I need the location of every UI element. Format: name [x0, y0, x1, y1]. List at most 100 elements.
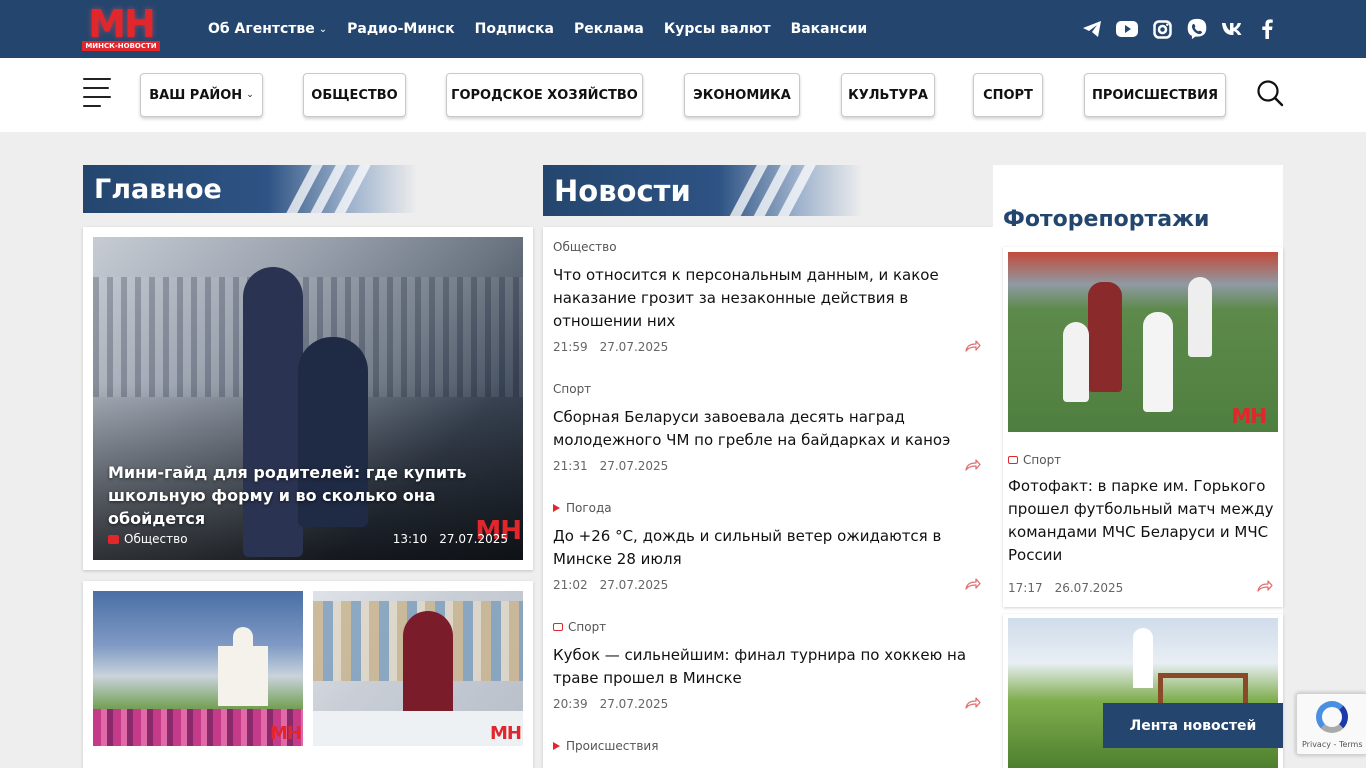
- recaptcha-badge[interactable]: Privacy - Terms: [1296, 693, 1366, 755]
- share-icon[interactable]: [965, 458, 981, 474]
- watermark-logo: МН: [490, 723, 522, 744]
- share-icon[interactable]: [965, 696, 981, 712]
- news-item[interactable]: Погода До +26 °С, дождь и сильный ветер …: [553, 500, 983, 593]
- secondary-cards: МН МН: [83, 581, 533, 768]
- news-meta: 21:59 27.07.2025: [553, 339, 983, 355]
- news-category-label: Общество: [553, 240, 617, 254]
- news-heading-text: Новости: [554, 173, 691, 208]
- featured-time: 13:10: [392, 532, 428, 546]
- thumbnail-shop[interactable]: МН: [313, 591, 523, 746]
- facebook-icon[interactable]: [1256, 18, 1278, 40]
- news-category[interactable]: Происшествия: [553, 738, 983, 754]
- news-title[interactable]: До +26 °С, дождь и сильный ветер ожидают…: [553, 525, 973, 571]
- share-icon[interactable]: [965, 577, 981, 593]
- photo-report-card[interactable]: МН Спорт Фотофакт: в парке им. Горького …: [1003, 247, 1283, 607]
- nav-advertising[interactable]: Реклама: [574, 21, 644, 37]
- logo-letters: МН: [88, 2, 156, 46]
- heading-stripes: [727, 165, 823, 216]
- news-item[interactable]: Спорт Кубок — сильнейшим: финал турнира …: [553, 619, 983, 712]
- photo-report-time: 17:17: [1008, 580, 1043, 595]
- photo-report-category[interactable]: Спорт: [1008, 453, 1061, 467]
- news-item[interactable]: Общество Что относится к персональным да…: [553, 239, 983, 355]
- news-title[interactable]: Сборная Беларуси завоевала десять наград…: [553, 406, 973, 452]
- top-bar: МН МИНСК-НОВОСТИ Об Агентстве ⌄ Радио-Мин…: [0, 0, 1366, 58]
- search-icon[interactable]: [1256, 79, 1284, 107]
- nav-currency[interactable]: Курсы валют: [664, 21, 771, 37]
- photo-reports-heading: Фоторепортажи: [1003, 207, 1210, 232]
- news-category[interactable]: Общество: [553, 239, 983, 255]
- news-date: 27.07.2025: [599, 459, 669, 473]
- featured-photo[interactable]: МН Мини-гайд для родителей: где купить ш…: [93, 237, 523, 560]
- news-category[interactable]: Спорт: [553, 381, 983, 397]
- nav-about[interactable]: Об Агентстве ⌄: [208, 21, 327, 37]
- news-title[interactable]: Что относится к персональным данным, и к…: [553, 264, 973, 333]
- news-feed-button[interactable]: Лента новостей: [1103, 703, 1283, 748]
- video-icon: [553, 742, 560, 750]
- news-date: 27.07.2025: [599, 578, 669, 592]
- category-bar: ВАШ РАЙОН ⌄ ОБЩЕСТВО ГОРОДСКОЕ ХОЗЯЙСТВО …: [0, 58, 1366, 132]
- featured-category[interactable]: Общество: [124, 532, 188, 546]
- news-title[interactable]: Кубок — сильнейшим: финал турнира по хок…: [553, 644, 973, 690]
- nav-subscription[interactable]: Подписка: [475, 21, 554, 37]
- news-item[interactable]: Происшествия: [553, 738, 983, 754]
- photo-detail: [1133, 628, 1153, 688]
- photo-report-title[interactable]: Фотофакт: в парке им. Горького прошел фу…: [1008, 475, 1278, 567]
- news-category[interactable]: Погода: [553, 500, 983, 516]
- news-item[interactable]: Спорт Сборная Беларуси завоевала десять …: [553, 381, 983, 474]
- photo-report-date: 26.07.2025: [1054, 580, 1124, 595]
- camera-icon: [108, 534, 119, 544]
- news-category[interactable]: Спорт: [553, 619, 983, 635]
- featured-title[interactable]: Мини-гайд для родителей: где купить школ…: [108, 461, 518, 530]
- category-society[interactable]: ОБЩЕСТВО: [303, 73, 406, 117]
- photo-report-meta: 17:17 26.07.2025: [1008, 580, 1273, 595]
- nav-radio[interactable]: Радио-Минск: [347, 21, 454, 37]
- category-sport[interactable]: СПОРТ: [973, 73, 1043, 117]
- main-heading-text: Главное: [94, 173, 222, 205]
- photo-detail: [233, 627, 253, 649]
- menu-icon[interactable]: [83, 78, 111, 107]
- share-icon[interactable]: [1257, 580, 1273, 595]
- news-list: Общество Что относится к персональным да…: [543, 227, 993, 768]
- nav-about-label: Об Агентстве: [208, 21, 315, 37]
- camera-icon: [553, 623, 563, 631]
- news-category-label: Спорт: [553, 382, 592, 396]
- photo-report-image[interactable]: МН: [1008, 252, 1278, 432]
- vk-icon[interactable]: [1221, 18, 1243, 40]
- social-links: [1081, 13, 1278, 45]
- main-heading: Главное: [83, 165, 418, 213]
- photo-detail: [1188, 277, 1212, 357]
- photo-reports-column: Фоторепортажи МН Спорт Фотофакт: в парке…: [993, 165, 1283, 768]
- featured-card[interactable]: МН Мини-гайд для родителей: где купить ш…: [83, 227, 533, 570]
- category-your-district[interactable]: ВАШ РАЙОН ⌄: [140, 73, 263, 117]
- news-category-label: Спорт: [568, 620, 607, 634]
- featured-meta: Общество 13:10 27.07.2025: [108, 532, 508, 546]
- news-column: Новости Общество Что относится к персона…: [543, 165, 993, 768]
- site-logo[interactable]: МН МИНСК-НОВОСТИ: [82, 2, 160, 51]
- category-culture[interactable]: КУЛЬТУРА: [841, 73, 935, 117]
- watermark-logo: МН: [270, 723, 302, 744]
- photo-detail: [1063, 322, 1089, 402]
- nav-vacancies[interactable]: Вакансии: [791, 21, 868, 37]
- top-nav: Об Агентстве ⌄ Радио-Минск Подписка Рекла…: [208, 0, 867, 58]
- heading-stripes: [282, 165, 378, 213]
- news-meta: 20:39 27.07.2025: [553, 696, 983, 712]
- viber-icon[interactable]: [1186, 18, 1208, 40]
- news-time: 21:31: [553, 459, 588, 473]
- category-economy[interactable]: ЭКОНОМИКА: [684, 73, 800, 117]
- news-meta: 21:31 27.07.2025: [553, 458, 983, 474]
- photo-detail: [1143, 312, 1173, 412]
- recaptcha-icon: [1316, 701, 1348, 733]
- recaptcha-links[interactable]: Privacy - Terms: [1302, 740, 1363, 749]
- news-heading: Новости: [543, 165, 863, 216]
- camera-icon: [1008, 456, 1018, 464]
- news-date: 27.07.2025: [599, 697, 669, 711]
- telegram-icon[interactable]: [1081, 18, 1103, 40]
- category-incidents[interactable]: ПРОИСШЕСТВИЯ: [1084, 73, 1226, 117]
- thumbnail-church[interactable]: МН: [93, 591, 303, 746]
- news-category-label: Происшествия: [566, 739, 659, 753]
- youtube-icon[interactable]: [1116, 18, 1138, 40]
- instagram-icon[interactable]: [1151, 18, 1173, 40]
- category-city-economy[interactable]: ГОРОДСКОЕ ХОЗЯЙСТВО: [446, 73, 643, 117]
- share-icon[interactable]: [965, 339, 981, 355]
- photo-detail: [218, 646, 268, 706]
